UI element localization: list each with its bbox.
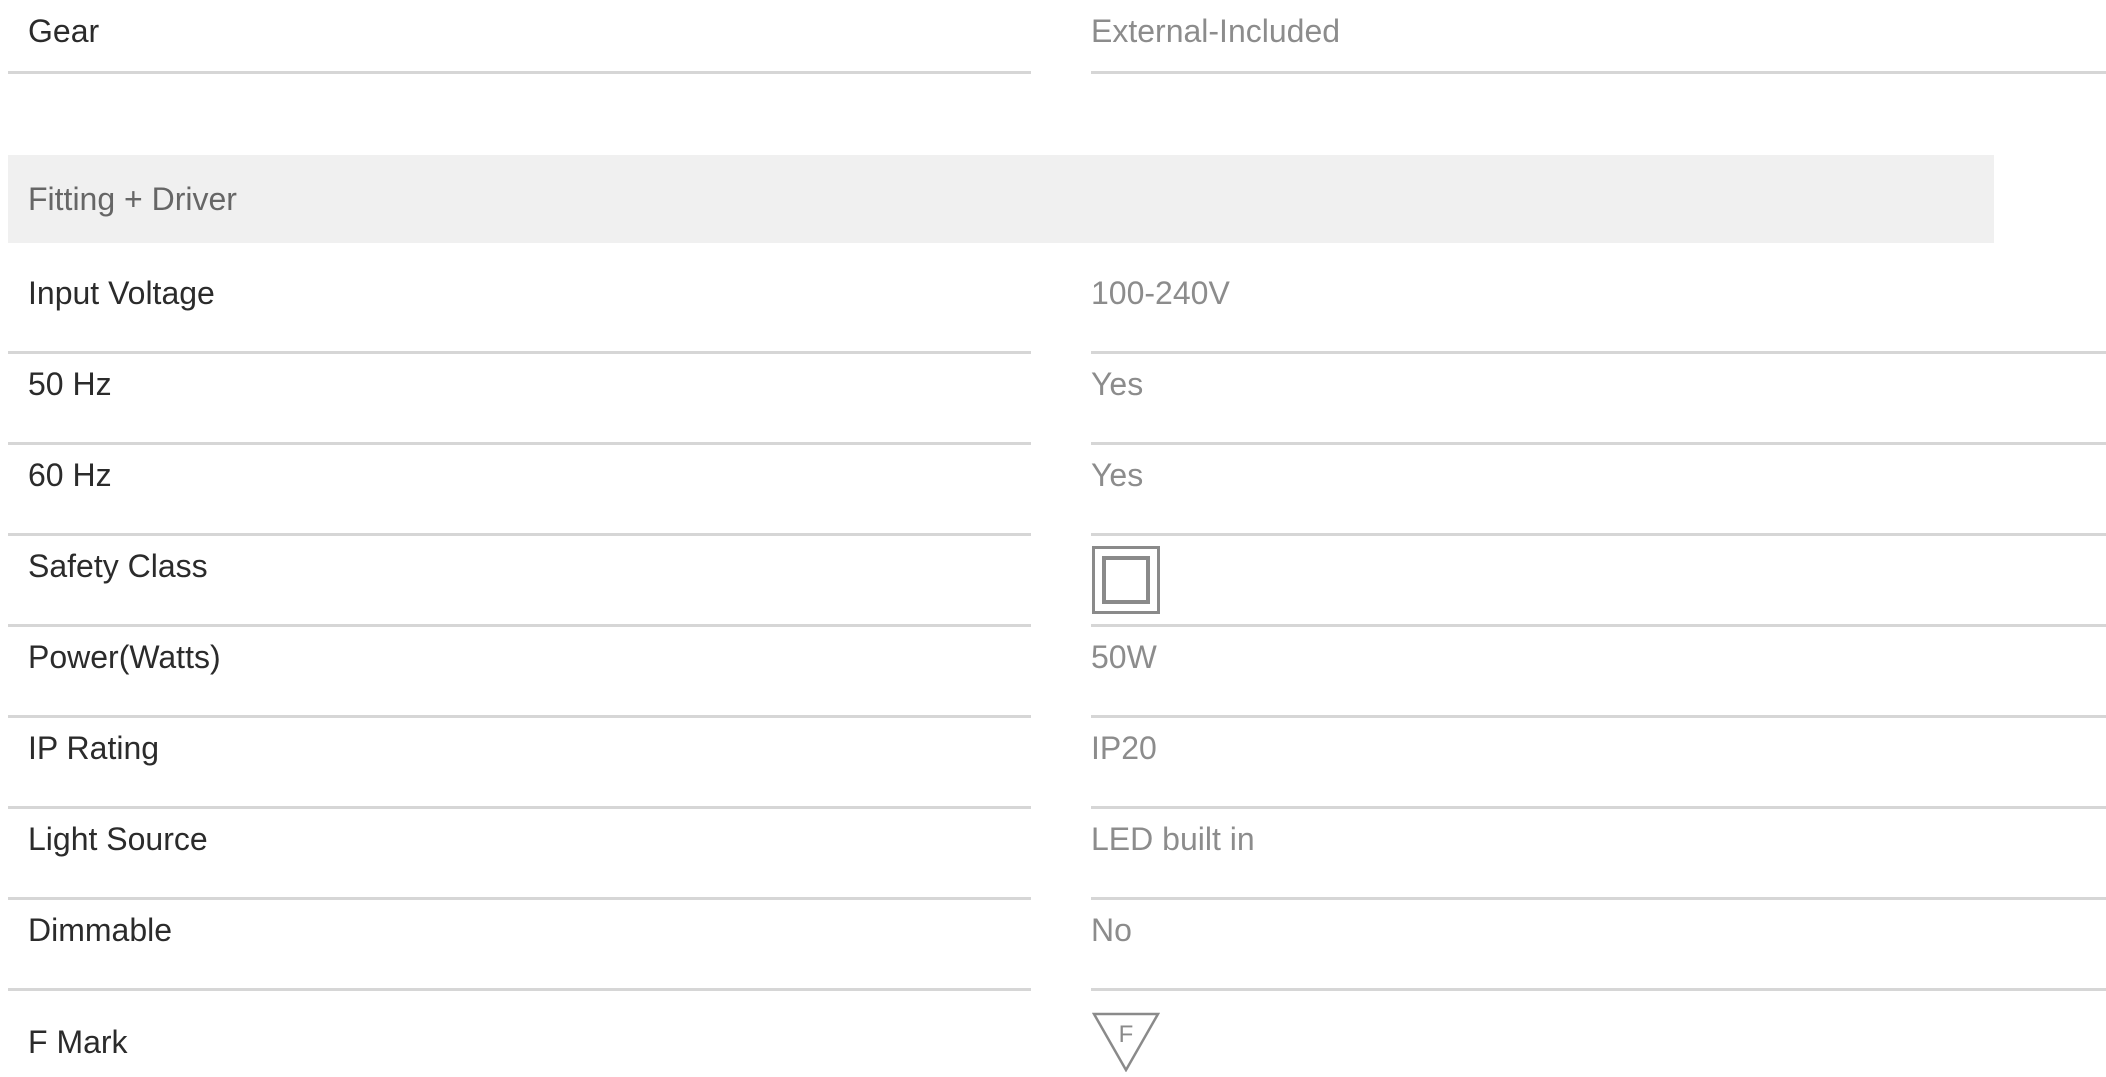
spec-row-safety-class: Safety Class bbox=[0, 536, 2106, 627]
row-divider bbox=[8, 71, 1031, 74]
spec-row-60hz: 60 Hz Yes bbox=[0, 445, 2106, 536]
spec-label: IP Rating bbox=[28, 730, 160, 766]
f-mark-triangle-icon: F bbox=[1091, 1012, 1161, 1077]
spec-value: Yes bbox=[1091, 366, 1144, 402]
spec-label: Light Source bbox=[28, 821, 208, 857]
spec-row-ip-rating: IP Rating IP20 bbox=[0, 718, 2106, 809]
double-square-icon bbox=[1092, 546, 1160, 619]
section-header: Fitting + Driver bbox=[8, 155, 1994, 243]
spec-row-input-voltage: Input Voltage 100-240V bbox=[0, 263, 2106, 354]
spec-value: IP20 bbox=[1091, 730, 1157, 766]
section-title: Fitting + Driver bbox=[28, 181, 237, 217]
spec-label: Input Voltage bbox=[28, 275, 215, 311]
spec-label: Safety Class bbox=[28, 548, 208, 584]
spec-label: Dimmable bbox=[28, 912, 173, 948]
spec-value: 100-240V bbox=[1091, 275, 1230, 311]
spec-row-50hz: 50 Hz Yes bbox=[0, 354, 2106, 445]
spec-table: Gear External-Included Fitting + Driver … bbox=[0, 0, 2106, 1077]
spec-row-gear: Gear External-Included bbox=[0, 0, 2106, 74]
spec-value: No bbox=[1091, 912, 1132, 948]
spec-value: External-Included bbox=[1091, 13, 1341, 49]
spec-value: LED built in bbox=[1091, 821, 1255, 857]
row-divider bbox=[1091, 71, 2106, 74]
spec-label: F Mark bbox=[28, 1024, 128, 1060]
spec-label: Power(Watts) bbox=[28, 639, 221, 675]
spec-label: 60 Hz bbox=[28, 457, 112, 493]
spec-row-power: Power(Watts) 50W bbox=[0, 627, 2106, 718]
spec-label: Gear bbox=[28, 13, 100, 49]
spec-row-f-mark: F Mark F bbox=[0, 991, 2106, 1077]
spec-row-light-source: Light Source LED built in bbox=[0, 809, 2106, 900]
f-mark-letter: F bbox=[1119, 1021, 1134, 1048]
spec-row-dimmable: Dimmable No bbox=[0, 900, 2106, 991]
spec-value: 50W bbox=[1091, 639, 1157, 675]
spec-label: 50 Hz bbox=[28, 366, 112, 402]
spec-value: Yes bbox=[1091, 457, 1144, 493]
